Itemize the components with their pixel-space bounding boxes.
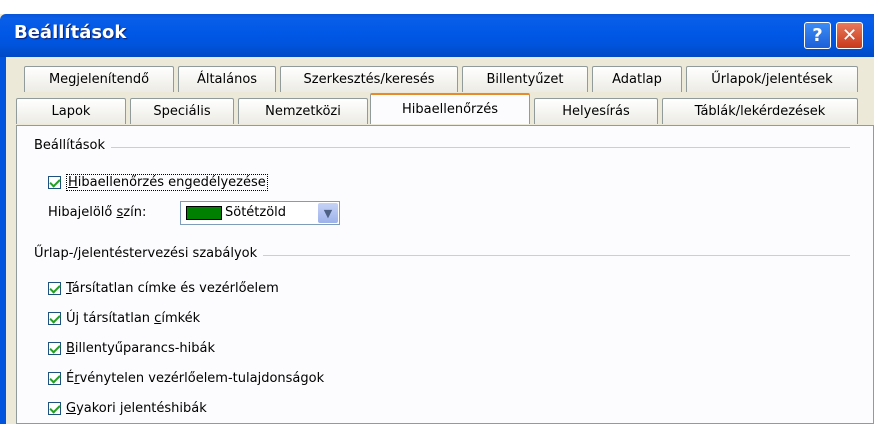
tab-advanced[interactable]: Speciális [130, 98, 234, 124]
tab-keyboard[interactable]: Billentyűzet [462, 66, 588, 92]
chevron-down-icon: ▼ [323, 206, 333, 220]
settings-group-label: Beállítások [34, 138, 112, 153]
close-button[interactable]: ✕ [836, 22, 863, 49]
top-strip [0, 0, 874, 14]
tab-forms-reports[interactable]: Űrlapok/jelentések [686, 66, 858, 92]
help-icon: ? [812, 25, 823, 46]
rule-label: Gyakori jelentéshibák [66, 401, 207, 416]
rule-checkbox-new-unassociated-labels[interactable] [48, 312, 61, 325]
rule-label: Billentyűparancs-hibák [66, 341, 216, 356]
tab-international[interactable]: Nemzetközi [238, 98, 368, 124]
tab-pages[interactable]: Lapok [16, 98, 126, 124]
rule-label: Érvénytelen vezérlőelem-tulajdonságok [66, 371, 325, 386]
tab-general[interactable]: Általános [178, 66, 276, 92]
color-select-value: Sötétzöld [225, 205, 287, 220]
settings-group-line [34, 147, 850, 148]
help-button[interactable]: ? [804, 22, 831, 49]
title-bar[interactable]: Beállítások ? ✕ [0, 14, 874, 57]
tab-datasheet[interactable]: Adatlap [592, 66, 682, 92]
tab-row-1: Megjelenítendő Általános Szerkesztés/ker… [0, 66, 874, 94]
window-title: Beállítások [14, 22, 127, 43]
tab-edit-find[interactable]: Szerkesztés/keresés [280, 66, 458, 92]
rule-label: Új társítatlan címkék [66, 311, 201, 326]
enable-checking-checkbox[interactable] [48, 176, 61, 189]
rule-checkbox-unassociated-label[interactable] [48, 282, 61, 295]
options-dialog: Beállítások ? ✕ Megjelenítendő Általános… [0, 0, 874, 424]
rule-label: Társítatlan címke és vezérlőelem [66, 281, 279, 296]
close-icon: ✕ [841, 25, 858, 46]
rules-group-label: Űrlap-/jelentéstervezési szabályok [34, 246, 264, 261]
enable-checking-row[interactable]: Hibaellenőrzés engedélyezése [48, 174, 268, 191]
color-swatch [186, 206, 222, 220]
rule-checkbox-common-report-errors[interactable] [48, 402, 61, 415]
rule-checkbox-invalid-control-properties[interactable] [48, 372, 61, 385]
rule-row-new-unassociated-labels[interactable]: Új társítatlan címkék [48, 311, 200, 326]
tab-display[interactable]: Megjelenítendő [24, 66, 174, 92]
tab-tables-queries[interactable]: Táblák/lekérdezések [662, 98, 858, 124]
rule-checkbox-keyboard-shortcut-errors[interactable] [48, 342, 61, 355]
indicator-color-label: Hibajelölő szín: [48, 205, 147, 220]
rule-row-common-report-errors[interactable]: Gyakori jelentéshibák [48, 401, 207, 416]
tab-error-checking[interactable]: Hibaellenőrzés [370, 93, 530, 124]
tab-spelling[interactable]: Helyesírás [534, 98, 658, 124]
enable-checking-label: Hibaellenőrzés engedélyezése [66, 174, 268, 191]
dropdown-button[interactable]: ▼ [318, 203, 338, 223]
indicator-color-select[interactable]: Sötétzöld ▼ [180, 201, 340, 225]
rule-row-invalid-control-properties[interactable]: Érvénytelen vezérlőelem-tulajdonságok [48, 371, 324, 386]
rule-row-unassociated-label[interactable]: Társítatlan címke és vezérlőelem [48, 281, 279, 296]
rule-row-keyboard-shortcut-errors[interactable]: Billentyűparancs-hibák [48, 341, 215, 356]
tab-row-2: Lapok Speciális Nemzetközi Hibaellenőrzé… [0, 93, 874, 126]
